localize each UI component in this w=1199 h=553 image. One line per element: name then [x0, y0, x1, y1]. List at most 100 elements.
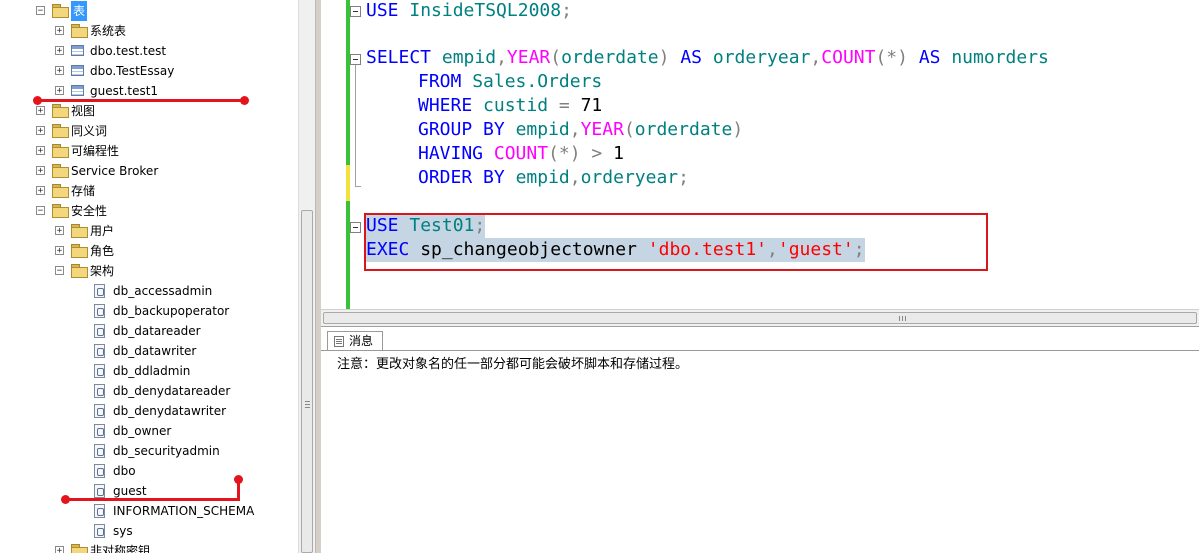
schema-icon: [94, 364, 105, 378]
expand-icon[interactable]: +: [36, 146, 45, 156]
code-line-1: USE InsideTSQL2008;: [366, 0, 572, 21]
tree-item-label: db_denydatareader: [113, 384, 231, 398]
tree-item-label: db_datareader: [113, 324, 201, 338]
tree-item-label: dbo: [113, 464, 136, 478]
schema-icon: [94, 304, 105, 318]
tree-scroll-thumb[interactable]: [301, 210, 313, 553]
collapse-icon[interactable]: −: [36, 6, 45, 16]
folder-icon: [71, 544, 88, 553]
fold-guide: [355, 65, 356, 187]
code-line-6: HAVING COUNT(*) > 1: [418, 143, 624, 164]
tree-item-label: db_securityadmin: [113, 444, 220, 458]
expand-icon[interactable]: +: [55, 86, 64, 96]
collapse-icon[interactable]: [350, 6, 361, 17]
object-explorer-tree: − 表 + 系统表 + dbo.test.test + dbo.TestEssay + guest…: [0, 0, 298, 553]
result-message: 注意：更改对象名的任一部分都可能会破坏脚本和存储过程。: [337, 357, 689, 372]
collapse-icon[interactable]: −: [36, 206, 45, 216]
schema-icon: [94, 464, 105, 478]
collapse-icon[interactable]: [350, 222, 361, 233]
schema-icon: [94, 424, 105, 438]
tab-strip-divider: [321, 350, 1199, 351]
expand-icon[interactable]: +: [55, 26, 64, 36]
table-icon: [71, 45, 84, 56]
schema-icon: [94, 444, 105, 458]
expand-icon[interactable]: +: [36, 166, 45, 176]
tree-item-label: db_ddladmin: [113, 364, 191, 378]
tree-item-label: Service Broker: [71, 164, 159, 178]
collapse-icon[interactable]: [350, 54, 361, 65]
tree-item-label: db_datawriter: [113, 344, 197, 358]
tree-vertical-scrollbar[interactable]: [298, 0, 315, 553]
folder-icon: [52, 124, 69, 138]
tree-item-label: db_accessadmin: [113, 284, 213, 298]
grip-icon: [305, 401, 310, 409]
code-line-5: GROUP BY empid,YEAR(orderdate): [418, 119, 744, 140]
code-line-2: SELECT empid,YEAR(orderdate) AS orderyea…: [366, 47, 1049, 68]
tree-item-label: INFORMATION_SCHEMA: [113, 504, 255, 518]
tab-messages-label: 消息: [349, 334, 374, 348]
grip-icon: [899, 316, 907, 321]
expand-icon[interactable]: +: [55, 226, 64, 236]
table-icon: [71, 85, 84, 96]
tree-item-label: dbo.test.test: [90, 44, 167, 58]
expand-icon[interactable]: +: [55, 246, 64, 256]
expand-icon[interactable]: +: [55, 66, 64, 76]
folder-icon: [71, 264, 88, 278]
collapse-icon[interactable]: −: [55, 266, 64, 276]
folder-icon: [52, 184, 69, 198]
editor-horizontal-scrollbar[interactable]: [321, 309, 1199, 326]
expand-icon[interactable]: +: [36, 106, 45, 116]
tree-item-label: 存储: [71, 184, 96, 198]
tree-item-label: 非对称密钥: [90, 544, 151, 553]
tree-item-label: 可编程性: [71, 144, 120, 158]
expand-icon[interactable]: +: [55, 546, 64, 553]
tree-item-label: dbo.TestEssay: [90, 64, 175, 78]
schema-icon: [94, 344, 105, 358]
tree-item-label: db_denydatawriter: [113, 404, 227, 418]
folder-icon: [52, 4, 69, 18]
folder-icon: [52, 104, 69, 118]
annotation-underline: [38, 99, 245, 102]
tab-messages[interactable]: 消息: [327, 331, 383, 351]
code-line-7: ORDER BY empid,orderyear;: [418, 167, 689, 188]
tree-item-label: 安全性: [71, 204, 108, 218]
expand-icon[interactable]: +: [36, 126, 45, 136]
tree-item-label: 视图: [71, 104, 96, 118]
folder-icon: [71, 24, 88, 38]
editor-scroll-thumb[interactable]: [323, 312, 1197, 324]
tree-item-label: db_backupoperator: [113, 304, 230, 318]
schema-icon: [94, 524, 105, 538]
schema-icon: [94, 284, 105, 298]
tree-item-label: 用户: [90, 224, 115, 238]
tree-item-label: db_owner: [113, 424, 172, 438]
message-icon: [334, 336, 344, 347]
schema-icon: [94, 404, 105, 418]
schema-icon: [94, 324, 105, 338]
annotation-dot: [33, 96, 42, 105]
schema-icon: [94, 504, 105, 518]
tree-item-label: guest.test1: [90, 84, 159, 98]
saved-changes-bar: [346, 0, 350, 309]
annotation-dot: [61, 495, 70, 504]
fold-guide-end: [355, 186, 361, 187]
table-icon: [71, 65, 84, 76]
code-line-3: FROM Sales.Orders: [418, 71, 603, 92]
tree-item-label: sys: [113, 524, 133, 538]
tree-item-label: 架构: [90, 264, 115, 278]
tree-item-label: 表: [71, 1, 88, 21]
annotation-dot: [240, 96, 249, 105]
folder-icon: [71, 224, 88, 238]
results-pane: 消息 注意：更改对象名的任一部分都可能会破坏脚本和存储过程。: [321, 326, 1199, 553]
schema-icon: [94, 384, 105, 398]
folder-icon: [52, 164, 69, 178]
schema-icon: [94, 484, 105, 498]
expand-icon[interactable]: +: [55, 46, 64, 56]
expand-icon[interactable]: +: [36, 186, 45, 196]
code-line-4: WHERE custid = 71: [418, 95, 603, 116]
unsaved-changes-bar: [346, 165, 350, 201]
annotation-underline: [66, 498, 240, 501]
tree-item-label: 角色: [90, 244, 115, 258]
tree-item-label: 系统表: [90, 24, 127, 38]
folder-icon: [52, 144, 69, 158]
folder-icon: [71, 244, 88, 258]
